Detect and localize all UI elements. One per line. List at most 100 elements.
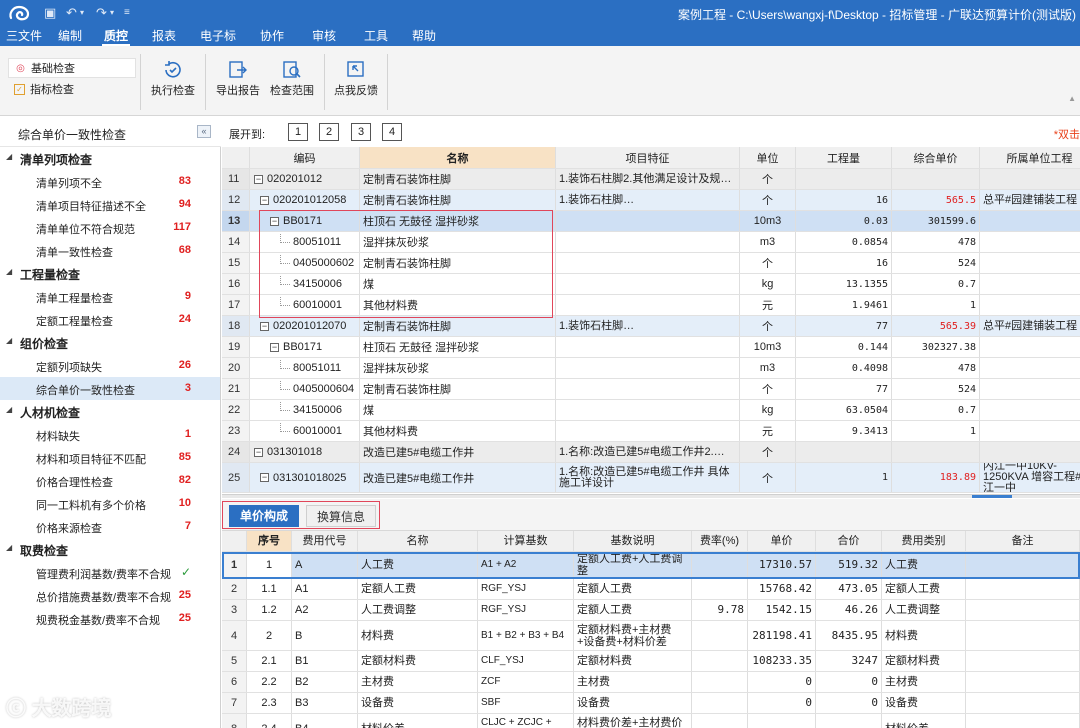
bill-row[interactable]: 18−020201012070 定制青石装饰柱脚 1.装饰石柱脚… 个 77 565.39… (222, 316, 1080, 337)
remark-cell[interactable] (966, 672, 1080, 692)
calc-base-cell[interactable]: CLF_YSJ (478, 651, 574, 671)
fee-code-cell[interactable]: A2 (292, 600, 358, 620)
tab-conversion-info[interactable]: 换算信息 (306, 505, 376, 527)
header-seq[interactable]: 序号 (247, 531, 292, 551)
unit-cell[interactable]: 个 (740, 169, 796, 189)
rate-cell[interactable] (692, 651, 748, 671)
check-item[interactable]: 材料缺失 1 (0, 423, 220, 446)
header-remark[interactable]: 备注 (966, 531, 1080, 551)
feature-cell[interactable] (556, 400, 740, 420)
total-cell[interactable]: 8435.95 (816, 621, 882, 650)
code-cell[interactable]: 80051011 (250, 358, 360, 378)
composition-row[interactable]: 6 2.2 B2 主材费 ZCF 主材费 0 0 主材费 (222, 672, 1080, 693)
unit-price-cell[interactable]: 524 (892, 379, 980, 399)
quantity-cell[interactable]: 13.1355 (796, 274, 892, 294)
tree-toggle-icon[interactable]: − (254, 174, 263, 184)
quantity-cell[interactable]: 9.3413 (796, 421, 892, 441)
base-desc-cell[interactable]: 设备费 (574, 693, 692, 713)
unit-price-cell[interactable]: 1 (892, 421, 980, 441)
collapse-caret-icon[interactable]: ◢ (6, 543, 12, 552)
composition-row[interactable]: 7 2.3 B3 设备费 SBF 设备费 0 0 设备费 (222, 693, 1080, 714)
owner-cell[interactable] (980, 274, 1080, 294)
seq-cell[interactable]: 1.1 (247, 579, 292, 599)
bill-row[interactable]: 11−020201012 定制青石装饰柱脚 1.装饰石柱脚2.其他满足设计及规… 个 (222, 169, 1080, 190)
check-item[interactable]: 管理费利润基数/费率不合规 ✓ (0, 561, 220, 584)
unit-cell[interactable]: 个 (740, 463, 796, 492)
name-cell[interactable]: 定制青石装饰柱脚 (360, 169, 556, 189)
name-cell[interactable]: 定制青石装饰柱脚 (360, 316, 556, 336)
bill-row[interactable]: 22 34150006 煤 kg 63.0504 0.7 (222, 400, 1080, 421)
name-cell[interactable]: 其他材料费 (360, 421, 556, 441)
quantity-cell[interactable]: 0.0854 (796, 232, 892, 252)
quantity-cell[interactable]: 16 (796, 190, 892, 210)
header-name[interactable]: 名称 (360, 147, 556, 168)
quantity-cell[interactable]: 16 (796, 253, 892, 273)
fee-name-cell[interactable]: 材料价差 (358, 714, 478, 728)
basic-check-option[interactable]: ◎ 基础检查 (8, 58, 136, 78)
header-fee-code[interactable]: 费用代号 (292, 531, 358, 551)
seq-cell[interactable]: 2.1 (247, 651, 292, 671)
fee-code-cell[interactable]: B1 (292, 651, 358, 671)
feature-cell[interactable] (556, 337, 740, 357)
check-group[interactable]: ◢ 人材机检查 (0, 400, 220, 423)
bill-row[interactable]: 24−031301018 改造已建5#电缆工作井 1.名称:改造已建5#电缆工作井2… (222, 442, 1080, 463)
fee-category-cell[interactable]: 定额材料费 (882, 651, 966, 671)
quick-access-menu-icon[interactable]: ≡ (124, 5, 130, 21)
name-cell[interactable]: 柱顶石 无鼓径 湿拌砂浆 (360, 337, 556, 357)
quantity-cell[interactable] (796, 442, 892, 462)
feature-cell[interactable] (556, 232, 740, 252)
feature-cell[interactable]: 1.装饰石柱脚2.其他满足设计及规… (556, 169, 740, 189)
code-cell[interactable]: −020201012 (250, 169, 360, 189)
check-item[interactable]: 清单列项不全 83 (0, 170, 220, 193)
run-check-button[interactable]: 执行检查 (148, 60, 198, 98)
check-group[interactable]: ◢ 清单列项检查 (0, 147, 220, 170)
calc-base-cell[interactable]: B1 + B2 + B3 + B4 (478, 621, 574, 650)
name-cell[interactable]: 改造已建5#电缆工作井 (360, 463, 556, 492)
calc-base-cell[interactable]: RGF_YSJ (478, 579, 574, 599)
menu-help[interactable]: 帮助 (410, 28, 438, 44)
tab-unit-price-composition[interactable]: 单价构成 (229, 505, 299, 527)
fee-name-cell[interactable]: 材料费 (358, 621, 478, 650)
tree-toggle-icon[interactable]: − (260, 195, 269, 205)
owner-cell[interactable] (980, 211, 1080, 231)
remark-cell[interactable] (966, 552, 1080, 578)
header-quantity[interactable]: 工程量 (796, 147, 892, 168)
feature-cell[interactable] (556, 253, 740, 273)
unit-cell[interactable]: 个 (740, 253, 796, 273)
seq-cell[interactable]: 2.2 (247, 672, 292, 692)
tree-toggle-icon[interactable]: − (260, 473, 269, 482)
save-icon[interactable]: ▣ (44, 5, 56, 21)
ribbon-collapse-icon[interactable]: ▲ (1068, 94, 1076, 103)
base-desc-cell[interactable]: 定额人工费+人工费调整 (574, 552, 692, 578)
total-cell[interactable]: 46.26 (816, 600, 882, 620)
bill-row[interactable]: 12−020201012058 定制青石装饰柱脚 1.装饰石柱脚… 个 16 565.5 总… (222, 190, 1080, 211)
code-cell[interactable]: 0405000604 (250, 379, 360, 399)
base-desc-cell[interactable]: 主材费 (574, 672, 692, 692)
base-desc-cell[interactable]: 定额人工费 (574, 600, 692, 620)
feature-cell[interactable] (556, 358, 740, 378)
check-item[interactable]: 清单一致性检查 68 (0, 239, 220, 262)
total-cell[interactable] (816, 714, 882, 728)
unit-cell[interactable]: 10m3 (740, 211, 796, 231)
fee-code-cell[interactable]: A (292, 552, 358, 578)
calc-base-cell[interactable]: RGF_YSJ (478, 600, 574, 620)
unit-cell[interactable]: kg (740, 400, 796, 420)
total-cell[interactable]: 473.05 (816, 579, 882, 599)
owner-cell[interactable] (980, 232, 1080, 252)
feature-cell[interactable] (556, 379, 740, 399)
fee-category-cell[interactable]: 人工费 (882, 552, 966, 578)
owner-cell[interactable] (980, 358, 1080, 378)
check-group[interactable]: ◢ 组价检查 (0, 331, 220, 354)
remark-cell[interactable] (966, 579, 1080, 599)
code-cell[interactable]: −031301018 (250, 442, 360, 462)
check-item[interactable]: 材料和项目特征不匹配 85 (0, 446, 220, 469)
feature-cell[interactable]: 1.装饰石柱脚… (556, 190, 740, 210)
fee-code-cell[interactable]: B3 (292, 693, 358, 713)
seq-cell[interactable]: 1 (247, 552, 292, 578)
total-cell[interactable]: 0 (816, 672, 882, 692)
expand-level-3-button[interactable]: 3 (351, 123, 371, 141)
fee-category-cell[interactable]: 主材费 (882, 672, 966, 692)
header-unit-price[interactable]: 综合单价 (892, 147, 980, 168)
header-unit[interactable]: 单位 (740, 147, 796, 168)
fee-category-cell[interactable]: 材料价差 (882, 714, 966, 728)
